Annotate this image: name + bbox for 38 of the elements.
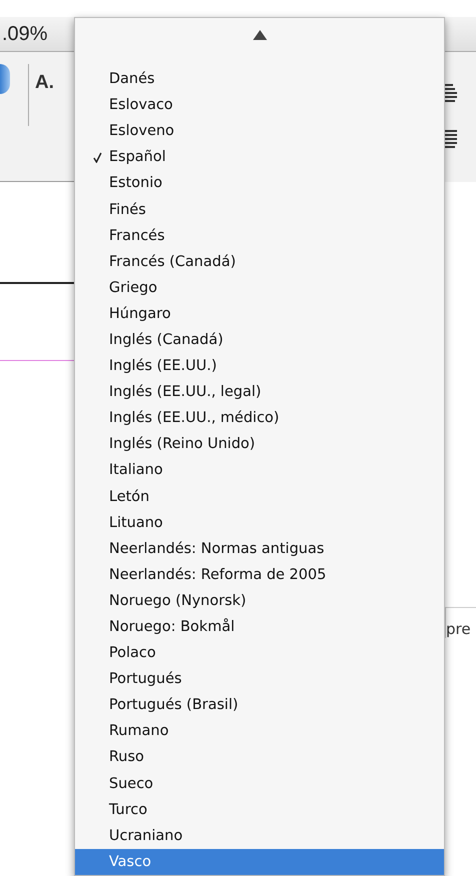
menu-item[interactable]: Francés [75,222,444,249]
menu-item[interactable]: Turco [75,796,444,823]
menu-item[interactable]: Portugués [75,666,444,692]
menu-item[interactable]: Eslovaco [75,92,444,118]
menu-item[interactable]: Ucraniano [75,822,444,849]
menu-item[interactable]: Noruego: Bokmål [75,614,444,640]
menu-item[interactable]: Neerlandés: Reforma de 2005 [75,562,444,588]
menu-item[interactable]: Inglés (EE.UU.) [75,353,444,380]
menu-item[interactable]: Italiano [75,457,444,484]
menu-item[interactable]: Portugués (Brasil) [75,692,444,718]
menu-item[interactable]: Lituano [75,510,444,536]
menu-item[interactable]: Húngaro [75,300,444,327]
align-justify-icon[interactable] [445,128,459,150]
menu-item[interactable]: Noruego (Nynorsk) [75,588,444,614]
menu-item[interactable]: Francés (Canadá) [75,248,444,275]
menu-item[interactable]: Sueco [75,770,444,797]
align-justify-icon[interactable] [445,82,459,104]
menu-item[interactable]: Ruso [75,744,444,771]
scroll-up-arrow-icon[interactable] [252,30,266,40]
menu-item[interactable]: Rumano [75,718,444,744]
toolbar-knob-icon[interactable] [0,64,10,94]
menu-item[interactable]: Danés [75,66,444,92]
menu-item[interactable]: Inglés (Canadá) [75,326,444,354]
menu-item[interactable]: Estonio [75,170,444,196]
zoom-value: .09% [1,22,48,46]
menu-item[interactable]: Vasco [75,848,444,875]
menu-item[interactable]: Inglés (EE.UU., médico) [75,405,444,432]
menu-item[interactable]: Neerlandés: Normas antiguas [75,536,444,562]
menu-item[interactable]: Inglés (Reino Unido) [75,431,444,458]
menu-item[interactable]: Español [75,144,444,170]
menu-item[interactable]: Esloveno [75,118,444,144]
menu-item[interactable]: Griego [75,274,444,301]
menu-item[interactable]: Inglés (EE.UU., legal) [75,379,444,406]
preview-field[interactable]: pre [445,608,476,638]
character-style-button[interactable]: A. [35,72,54,94]
menu-item[interactable]: Finés [75,196,444,223]
menu-item[interactable]: Letón [75,484,444,510]
menu-item[interactable]: Polaco [75,640,444,666]
